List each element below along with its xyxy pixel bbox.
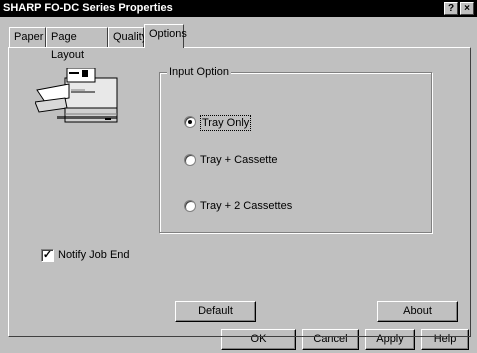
radio-button[interactable] xyxy=(184,154,196,166)
close-button[interactable]: × xyxy=(460,2,474,15)
radio-selected-dot xyxy=(188,120,192,124)
radio-button[interactable] xyxy=(184,116,196,128)
tab-label: Options xyxy=(149,28,187,40)
checkbox[interactable]: ✓ xyxy=(41,249,54,262)
input-option-label: Input Option xyxy=(167,66,231,78)
close-icon: × xyxy=(464,3,470,14)
tab-label: Paper xyxy=(14,31,44,43)
default-button[interactable]: Default xyxy=(175,301,256,322)
tab-options[interactable]: Options xyxy=(144,24,187,48)
tab-paper[interactable]: Paper xyxy=(9,27,46,47)
tab-page-layout[interactable]: Page Layout xyxy=(46,27,108,61)
question-mark-icon: ? xyxy=(447,3,455,14)
options-panel: Input Option Tray Only Tray + Cassette T… xyxy=(8,47,471,337)
printer-icon xyxy=(35,68,118,123)
radio-label: Tray + 2 Cassettes xyxy=(200,200,293,212)
about-button[interactable]: About xyxy=(377,301,458,322)
radio-label: Tray Only xyxy=(200,115,252,131)
button-label: Default xyxy=(198,305,233,317)
help-button[interactable]: ? xyxy=(444,2,458,15)
window-title: SHARP FO-DC Series Properties xyxy=(3,2,173,14)
dialog-body: Paper Page Layout Quality Options Input … xyxy=(0,17,477,353)
button-label: About xyxy=(403,305,432,317)
radio-label: Tray + Cassette xyxy=(200,154,278,166)
checkbox-label: Notify Job End xyxy=(58,249,130,261)
tab-quality[interactable]: Quality xyxy=(108,27,148,47)
radio-button[interactable] xyxy=(184,200,196,212)
input-option-group: Input Option Tray Only Tray + Cassette T… xyxy=(159,66,432,233)
tab-label: Quality xyxy=(113,31,148,43)
title-bar: SHARP FO-DC Series Properties ? × xyxy=(0,0,477,17)
check-icon: ✓ xyxy=(42,249,53,261)
